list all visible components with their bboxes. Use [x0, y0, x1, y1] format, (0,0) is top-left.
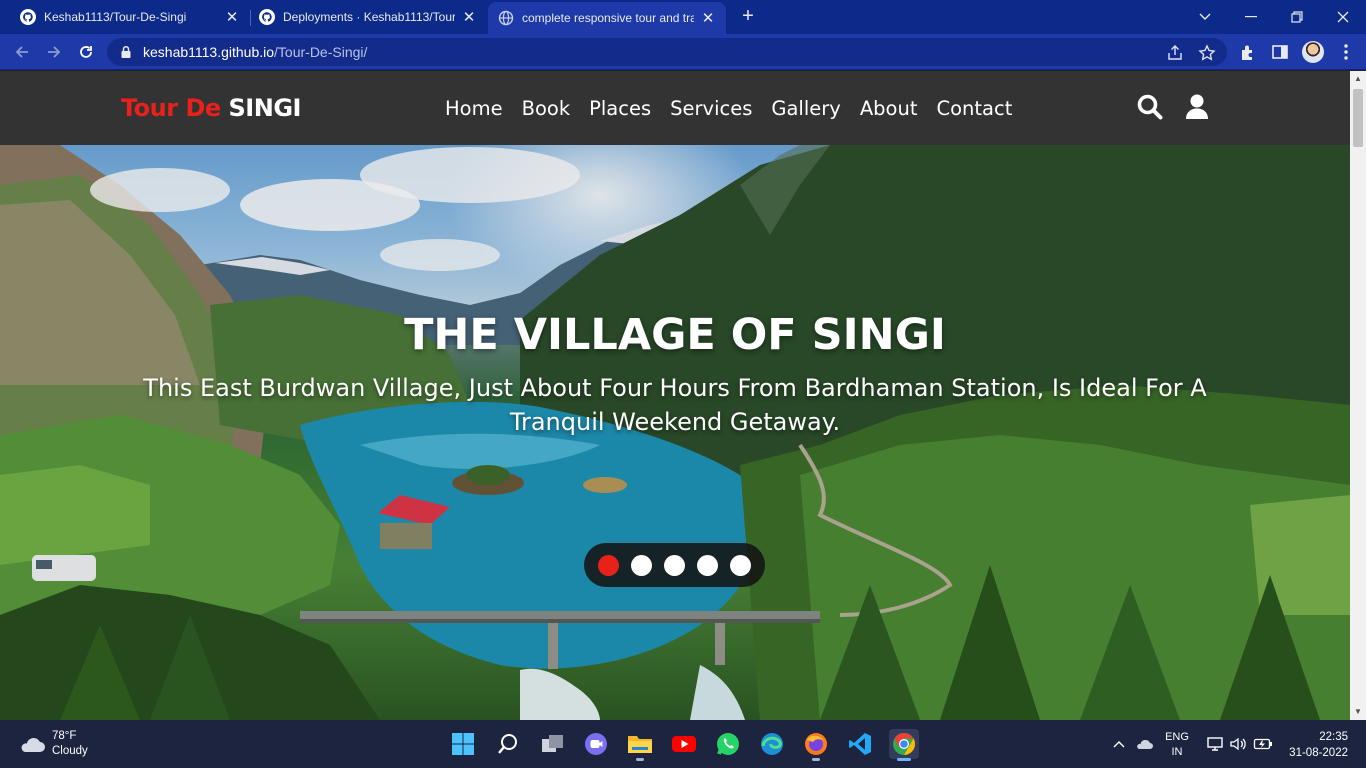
nav-places[interactable]: Places: [589, 97, 651, 120]
clock-time: 22:35: [1319, 731, 1348, 743]
share-icon[interactable]: [1166, 44, 1184, 62]
volume-icon[interactable]: [1228, 720, 1248, 768]
scrollbar-thumb[interactable]: [1353, 89, 1363, 147]
taskbar-search-icon[interactable]: [493, 729, 523, 759]
logo-accent: Tour De: [121, 94, 221, 122]
close-icon[interactable]: ✕: [700, 9, 716, 27]
site-header: Tour De SINGI Home Book Places Services …: [0, 71, 1350, 145]
nav-about[interactable]: About: [860, 97, 918, 120]
windows-start-icon[interactable]: [448, 729, 478, 759]
weather-desc: Cloudy: [52, 745, 88, 757]
back-button[interactable]: [10, 40, 34, 64]
page-viewport: Tour De SINGI Home Book Places Services …: [0, 71, 1350, 720]
battery-charging-icon[interactable]: [1252, 720, 1274, 768]
language-region: IN: [1171, 746, 1183, 758]
task-view-icon[interactable]: [538, 729, 568, 759]
nav-book[interactable]: Book: [522, 97, 571, 120]
scroll-up-arrow-icon[interactable]: ▲: [1350, 71, 1366, 87]
browser-tab-repo[interactable]: Keshab1113/Tour-De-Singi ✕: [10, 0, 250, 34]
tab-title: complete responsive tour and travel: [522, 11, 694, 25]
browser-tab-strip: Keshab1113/Tour-De-Singi ✕ Deployments ·…: [0, 0, 1366, 34]
tab-search-chevron-icon[interactable]: [1182, 0, 1228, 34]
browser-toolbar: keshab1113.github.io/Tour-De-Singi/: [0, 34, 1366, 70]
side-panel-icon[interactable]: [1270, 42, 1290, 62]
hero-slider: THE VILLAGE OF SINGI This East Burdwan V…: [0, 145, 1350, 720]
chrome-icon[interactable]: [889, 729, 919, 761]
main-nav: Home Book Places Services Gallery About …: [445, 97, 1031, 120]
clock-date: 31-08-2022: [1289, 747, 1348, 759]
app-running-indicator: [812, 758, 820, 761]
close-window-button[interactable]: [1320, 0, 1366, 34]
system-clock[interactable]: 22:35 31-08-2022: [1282, 729, 1348, 761]
github-icon: [259, 9, 275, 25]
site-logo[interactable]: Tour De SINGI: [121, 94, 301, 122]
windows-taskbar: 78°F Cloudy ENG IN 22:35 31-08-2022: [0, 720, 1366, 768]
weather-widget[interactable]: 78°F Cloudy: [52, 729, 88, 759]
slider-dot-2[interactable]: [631, 554, 652, 576]
search-icon[interactable]: [1136, 93, 1164, 121]
reload-button[interactable]: [74, 40, 98, 64]
url-text: keshab1113.github.io/Tour-De-Singi/: [143, 44, 367, 60]
weather-temp: 78°F: [52, 730, 77, 742]
tab-title: Deployments · Keshab1113/Tour-De-Singi: [283, 10, 455, 24]
restore-button[interactable]: [1274, 0, 1320, 34]
browser-tab-deployments[interactable]: Deployments · Keshab1113/Tour-De-Singi ✕: [249, 0, 487, 34]
close-icon[interactable]: ✕: [224, 8, 240, 26]
new-tab-button[interactable]: +: [737, 6, 759, 28]
language-indicator[interactable]: ENG IN: [1163, 730, 1191, 760]
logo-main: SINGI: [228, 94, 302, 122]
network-icon[interactable]: [1205, 720, 1225, 768]
nav-services[interactable]: Services: [670, 97, 752, 120]
file-explorer-icon[interactable]: [625, 729, 655, 761]
minimize-button[interactable]: [1228, 0, 1274, 34]
onedrive-cloud-icon[interactable]: [1133, 720, 1155, 768]
globe-icon: [498, 10, 514, 26]
teams-chat-icon[interactable]: [581, 729, 611, 759]
slider-dot-5[interactable]: [730, 554, 751, 576]
slider-dot-4[interactable]: [697, 554, 718, 576]
extensions-icon[interactable]: [1238, 42, 1258, 62]
slider-dot-1[interactable]: [598, 554, 619, 576]
nav-home[interactable]: Home: [445, 97, 503, 120]
vscode-icon[interactable]: [845, 729, 875, 759]
firefox-icon[interactable]: [801, 729, 831, 761]
bookmark-star-icon[interactable]: [1198, 44, 1216, 62]
language-code: ENG: [1165, 731, 1189, 743]
close-icon[interactable]: ✕: [461, 8, 477, 26]
url-domain: keshab1113.github.io: [143, 44, 275, 60]
youtube-icon[interactable]: [669, 729, 699, 759]
app-active-indicator: [897, 758, 911, 761]
user-icon[interactable]: [1183, 93, 1211, 121]
forward-button[interactable]: [42, 40, 66, 64]
browser-tab-active[interactable]: complete responsive tour and travel ✕: [488, 2, 726, 34]
app-running-indicator: [636, 758, 644, 761]
slider-dots: [584, 543, 765, 587]
lock-icon: [121, 45, 131, 58]
nav-contact[interactable]: Contact: [936, 97, 1012, 120]
edge-icon[interactable]: [757, 729, 787, 759]
github-icon: [20, 9, 36, 25]
nav-gallery[interactable]: Gallery: [771, 97, 840, 120]
profile-avatar[interactable]: [1302, 41, 1324, 63]
slider-dot-3[interactable]: [664, 554, 685, 576]
tab-title: Keshab1113/Tour-De-Singi: [44, 10, 187, 24]
page-scrollbar[interactable]: ▲ ▼: [1350, 71, 1366, 720]
cloud-weather-icon[interactable]: [18, 734, 46, 754]
scroll-down-arrow-icon[interactable]: ▼: [1350, 704, 1366, 720]
hero-subtitle: This East Burdwan Village, Just About Fo…: [143, 374, 1207, 436]
address-bar[interactable]: keshab1113.github.io/Tour-De-Singi/: [107, 38, 1227, 66]
show-hidden-icons-chevron-icon[interactable]: [1110, 720, 1128, 768]
hero-title: THE VILLAGE OF SINGI: [404, 310, 946, 360]
menu-kebab-icon[interactable]: [1338, 42, 1354, 62]
url-path: /Tour-De-Singi/: [274, 44, 368, 60]
whatsapp-icon[interactable]: [713, 729, 743, 759]
